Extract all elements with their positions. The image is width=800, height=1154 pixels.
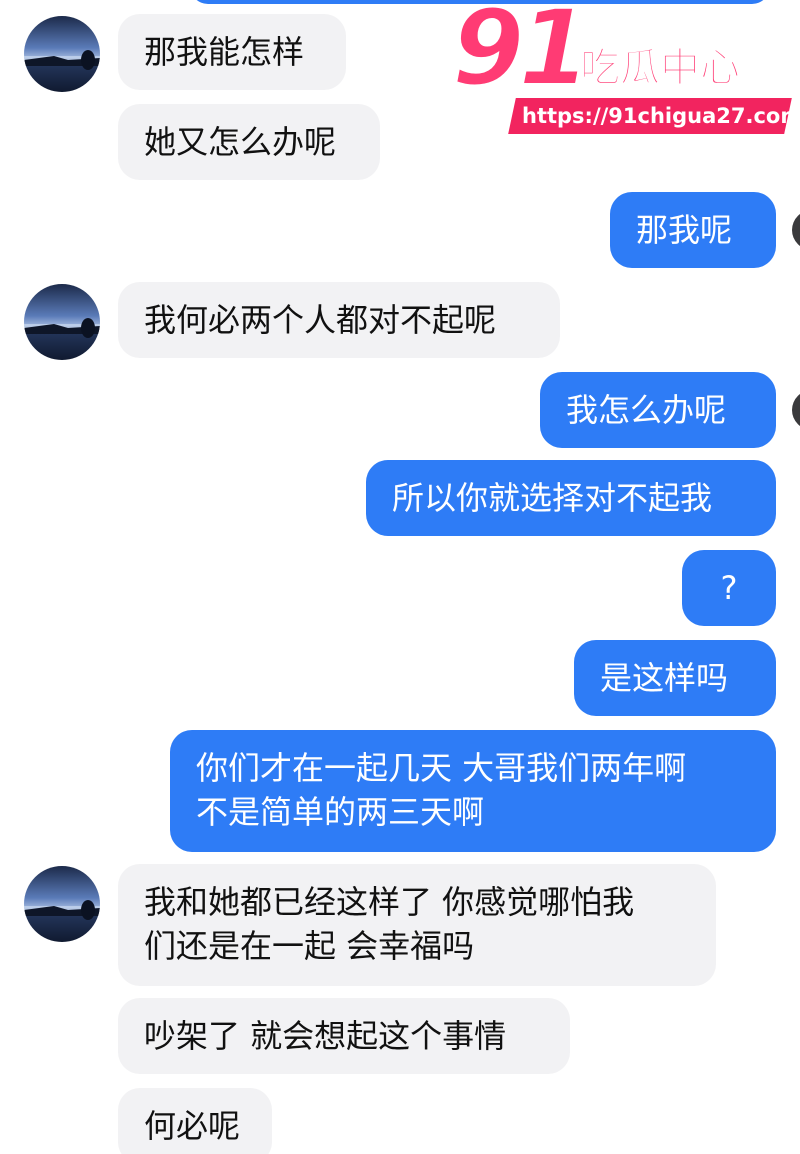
message-text: 吵架了 就会想起这个事情	[144, 1017, 507, 1055]
message-text: 我怎么办呢	[566, 391, 727, 429]
lake-landscape-icon	[24, 50, 100, 70]
message-text: 那我呢	[636, 211, 733, 249]
watermark-number: 91	[451, 0, 592, 109]
outgoing-message[interactable]: 所以你就选择对不起我	[366, 460, 776, 536]
incoming-message[interactable]: 那我能怎样	[118, 14, 346, 90]
message-text: 是这样吗	[600, 659, 729, 697]
incoming-message[interactable]: 我何必两个人都对不起呢	[118, 282, 560, 358]
message-text: 我何必两个人都对不起呢	[144, 301, 497, 339]
self-avatar[interactable]	[792, 210, 800, 250]
message-text: 你们才在一起几天 大哥我们两年啊	[196, 749, 687, 787]
message-text: 不是简单的两三天啊	[196, 793, 485, 831]
outgoing-message[interactable]: ?	[682, 550, 776, 626]
outgoing-message[interactable]: 我怎么办呢	[540, 372, 776, 448]
message-text: 我和她都已经这样了 你感觉哪怕我	[144, 883, 635, 921]
message-text: ?	[720, 569, 738, 607]
contact-avatar[interactable]	[24, 284, 100, 360]
contact-avatar[interactable]	[24, 16, 100, 92]
outgoing-message[interactable]: 是这样吗	[574, 640, 776, 716]
incoming-message[interactable]: 她又怎么办呢	[118, 104, 380, 180]
contact-avatar[interactable]	[24, 866, 100, 942]
message-text: 那我能怎样	[144, 33, 305, 71]
message-text: 所以你就选择对不起我	[392, 479, 713, 517]
self-avatar[interactable]	[792, 390, 800, 430]
watermark-url: https://91chigua27.com	[522, 104, 800, 128]
incoming-message[interactable]: 吵架了 就会想起这个事情	[118, 998, 570, 1074]
outgoing-message[interactable]: 你们才在一起几天 大哥我们两年啊 不是简单的两三天啊	[170, 730, 776, 852]
watermark-name: 吃瓜中心	[580, 45, 741, 92]
message-text: 何必呢	[144, 1107, 241, 1145]
chat-view: 那我能怎样 她又怎么办呢 那我呢 我何必两个人都对不起呢 我怎么办呢 所以你就选…	[0, 0, 800, 1154]
outgoing-message[interactable]: 那我呢	[610, 192, 776, 268]
message-text: 她又怎么办呢	[144, 123, 337, 161]
incoming-message[interactable]: 何必呢	[118, 1088, 272, 1154]
lake-landscape-icon	[24, 318, 100, 338]
message-text: 们还是在一起 会幸福吗	[144, 927, 475, 965]
site-watermark: 91 吃瓜中心 https://91chigua27.com	[451, 0, 800, 140]
incoming-message[interactable]: 我和她都已经这样了 你感觉哪怕我 们还是在一起 会幸福吗	[118, 864, 716, 986]
lake-landscape-icon	[24, 900, 100, 920]
